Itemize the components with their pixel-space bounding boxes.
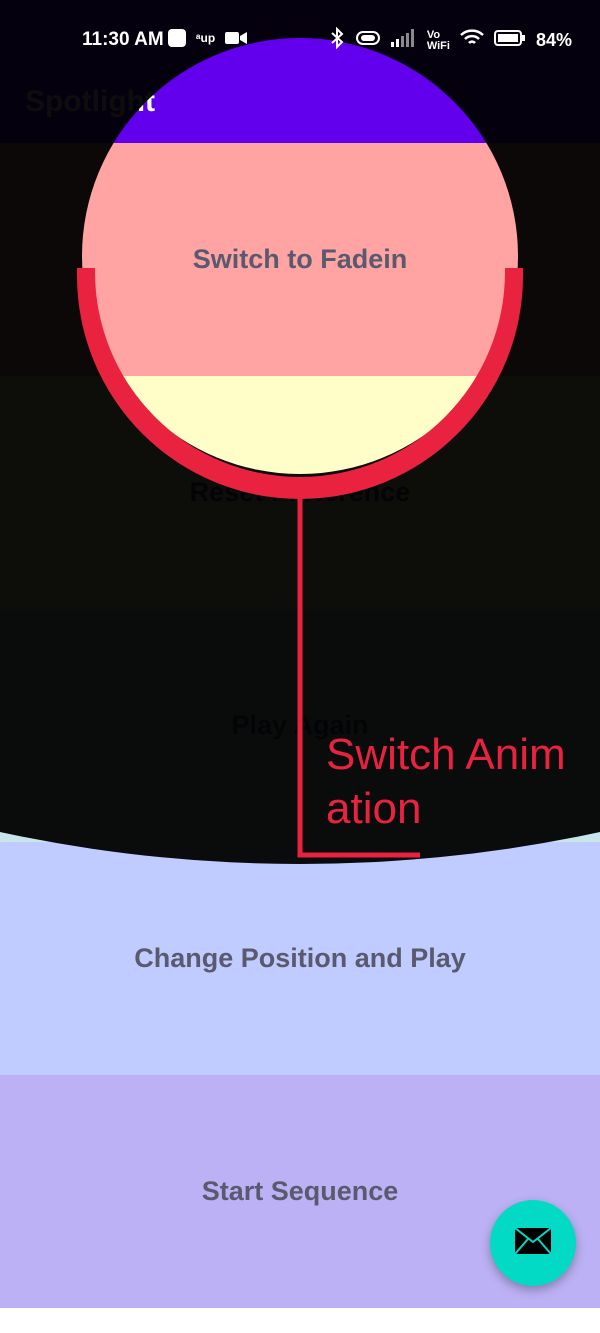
battery-icon — [493, 29, 526, 52]
switch-to-fadein-button[interactable]: Switch to Fadein — [0, 143, 600, 376]
change-position-and-play-button[interactable]: Change Position and Play — [0, 842, 600, 1075]
status-left-icons: ᵃup — [168, 29, 248, 47]
status-bar: 11:30 AM ᵃup Vo WiFi 84% — [0, 0, 600, 80]
mail-icon — [514, 1226, 552, 1260]
signal-icon — [390, 29, 417, 52]
bluetooth-icon — [329, 26, 345, 54]
wifi-icon — [460, 29, 484, 52]
mail-fab-button[interactable] — [490, 1200, 576, 1286]
vibrate-icon — [355, 30, 381, 51]
up-icon: ᵃup — [196, 31, 216, 45]
battery-percent: 84% — [535, 30, 572, 50]
screen: Spotlight Switch to Fadein Reset Prefere… — [0, 0, 600, 1333]
spotlight-label: Switch Animation — [326, 730, 566, 833]
status-right-icons: Vo WiFi 84% — [329, 26, 572, 54]
video-camera-icon — [225, 30, 248, 46]
action-list: Switch to Fadein Reset Preference Play A… — [0, 143, 600, 1308]
status-time: 11:30 AM — [82, 29, 164, 50]
bottom-strip — [0, 1308, 600, 1333]
app-title: Spotlight — [25, 85, 155, 118]
vowifi-icon: Vo WiFi — [426, 28, 450, 52]
reset-preference-button[interactable]: Reset Preference — [0, 376, 600, 609]
app-notification-icon — [168, 29, 186, 47]
